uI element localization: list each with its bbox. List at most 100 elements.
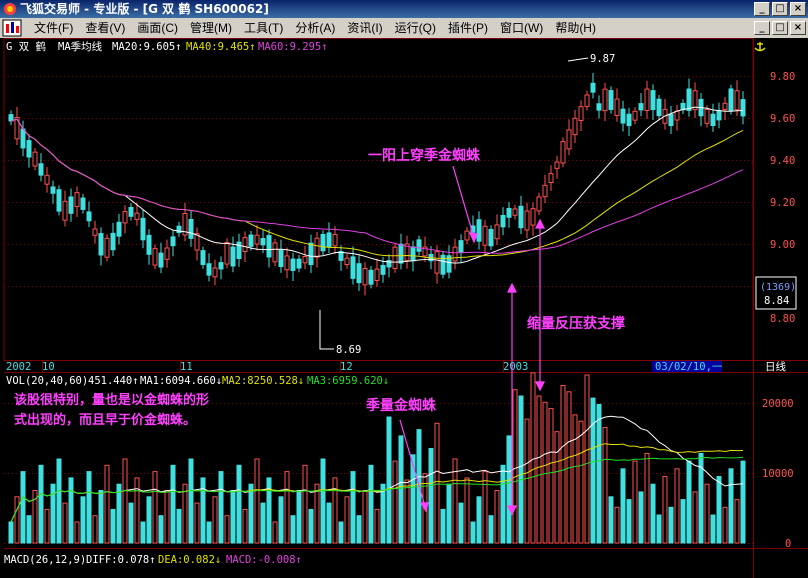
- annotation-note-line2: 式出现的，而且早于价金蜘蛛。: [14, 412, 196, 428]
- candle-body: [560, 141, 566, 164]
- volume-bar: [344, 496, 350, 544]
- volume-ma2: MA2:8250.528↓: [222, 375, 304, 387]
- menu-file[interactable]: 文件(F): [28, 18, 79, 38]
- macd-diff: DIFF:0.078↑: [86, 554, 156, 566]
- close-button[interactable]: ×: [790, 2, 806, 16]
- candle-body: [326, 232, 332, 248]
- candle-body: [728, 88, 734, 111]
- candle-body: [530, 208, 536, 226]
- candle-body: [32, 151, 38, 167]
- candle-body: [26, 140, 32, 158]
- price-tick: 9.80: [770, 71, 795, 83]
- candle-body: [572, 117, 578, 136]
- menu-run[interactable]: 运行(Q): [389, 18, 442, 38]
- candle-body: [206, 263, 212, 276]
- candle-body: [488, 228, 494, 247]
- candle-body: [566, 129, 572, 150]
- candle-body: [578, 106, 584, 121]
- price-extremes: 9.87 8.69: [319, 53, 615, 356]
- volume-bar: [728, 468, 734, 544]
- volume-bar: [686, 460, 692, 544]
- volume-bar: [488, 515, 494, 544]
- month-11-label: 11: [180, 361, 193, 373]
- menu-tools[interactable]: 工具(T): [238, 18, 289, 38]
- menu-info[interactable]: 资讯(I): [341, 18, 388, 38]
- menu-view[interactable]: 查看(V): [79, 18, 131, 38]
- menu-help[interactable]: 帮助(H): [549, 18, 602, 38]
- child-close-button[interactable]: ×: [790, 21, 806, 35]
- candle-body: [128, 206, 134, 217]
- volume-bar: [116, 483, 122, 544]
- volume-bar: [176, 508, 182, 544]
- menu-plugins[interactable]: 插件(P): [442, 18, 494, 38]
- volume-bar: [242, 508, 248, 544]
- candle-body: [44, 174, 50, 185]
- volume-bar: [152, 471, 158, 544]
- candle-body: [500, 214, 506, 228]
- volume-bar: [428, 448, 434, 544]
- volume-bar: [668, 506, 674, 544]
- volume-bar: [170, 464, 176, 544]
- candle-body: [242, 237, 248, 253]
- moving-average-lines: [10, 106, 744, 264]
- volume-bar: [644, 452, 650, 544]
- volume-bar: [218, 471, 224, 544]
- volume-bar: [386, 416, 392, 544]
- volume-bar: [320, 458, 326, 544]
- ma20-line: [10, 106, 744, 264]
- child-minimize-button[interactable]: _: [754, 21, 770, 35]
- volume-bar: [296, 490, 302, 544]
- period-label[interactable]: 日线: [765, 360, 786, 373]
- price-tick: 9.40: [770, 155, 795, 167]
- volume-bar: [722, 506, 728, 544]
- candle-body: [482, 225, 488, 246]
- volume-bar: [194, 502, 200, 544]
- child-restore-button[interactable]: □: [772, 21, 788, 35]
- minimize-button[interactable]: _: [754, 2, 770, 16]
- candle-body: [254, 234, 260, 245]
- macd-legend: MACD(26,12,9) DIFF:0.078↑ DEA:0.082↓ MAC…: [4, 554, 302, 566]
- candle-body: [344, 257, 350, 266]
- candle-body: [116, 221, 122, 237]
- date-axis: 2002 10 11 12 2003 03/02/10,一 日线: [6, 360, 786, 373]
- volume-bar: [308, 508, 314, 544]
- candle-body: [554, 161, 560, 169]
- candle-body: [38, 163, 44, 176]
- candle-body: [104, 237, 110, 258]
- candle-body: [332, 233, 338, 247]
- volume-bar: [596, 403, 602, 544]
- candle-body: [716, 110, 722, 121]
- candle-body: [8, 114, 14, 122]
- candle-body: [266, 235, 272, 258]
- volume-bar: [578, 420, 584, 544]
- volume-bar: [26, 515, 32, 544]
- volume-bar: [368, 464, 374, 544]
- volume-bar: [572, 414, 578, 544]
- candle-body: [656, 98, 662, 117]
- volume-bar: [692, 491, 698, 544]
- volume-bar: [20, 471, 26, 544]
- volume-bar: [302, 464, 308, 544]
- macd-dea: DEA:0.082↓: [158, 554, 221, 566]
- maximize-button[interactable]: □: [772, 2, 788, 16]
- menu-manage[interactable]: 管理(M): [184, 18, 238, 38]
- volume-bar: [56, 458, 62, 544]
- volume-bar: [8, 521, 14, 544]
- anchor-icon[interactable]: [754, 42, 766, 52]
- volume-bar: [548, 408, 554, 544]
- candle-body: [296, 258, 302, 269]
- menu-canvas[interactable]: 画面(C): [131, 18, 184, 38]
- candle-body: [494, 224, 500, 240]
- candle-body: [584, 94, 590, 107]
- menu-analysis[interactable]: 分析(A): [289, 18, 341, 38]
- volume-bar: [524, 418, 530, 544]
- candle-body: [68, 196, 74, 214]
- volume-bar: [638, 491, 644, 544]
- annotation-yang-cross: 一阳上穿季金蜘蛛: [368, 147, 481, 164]
- volume-bar: [440, 508, 446, 544]
- candle-body: [476, 219, 482, 242]
- stock-chart-canvas[interactable]: G 双 鹤 MA季均线 MA20:9.605↑ MA40:9.465↑ MA60…: [0, 38, 808, 578]
- menu-window[interactable]: 窗口(W): [494, 18, 549, 38]
- volume-bar: [470, 521, 476, 544]
- volume-bar: [656, 514, 662, 544]
